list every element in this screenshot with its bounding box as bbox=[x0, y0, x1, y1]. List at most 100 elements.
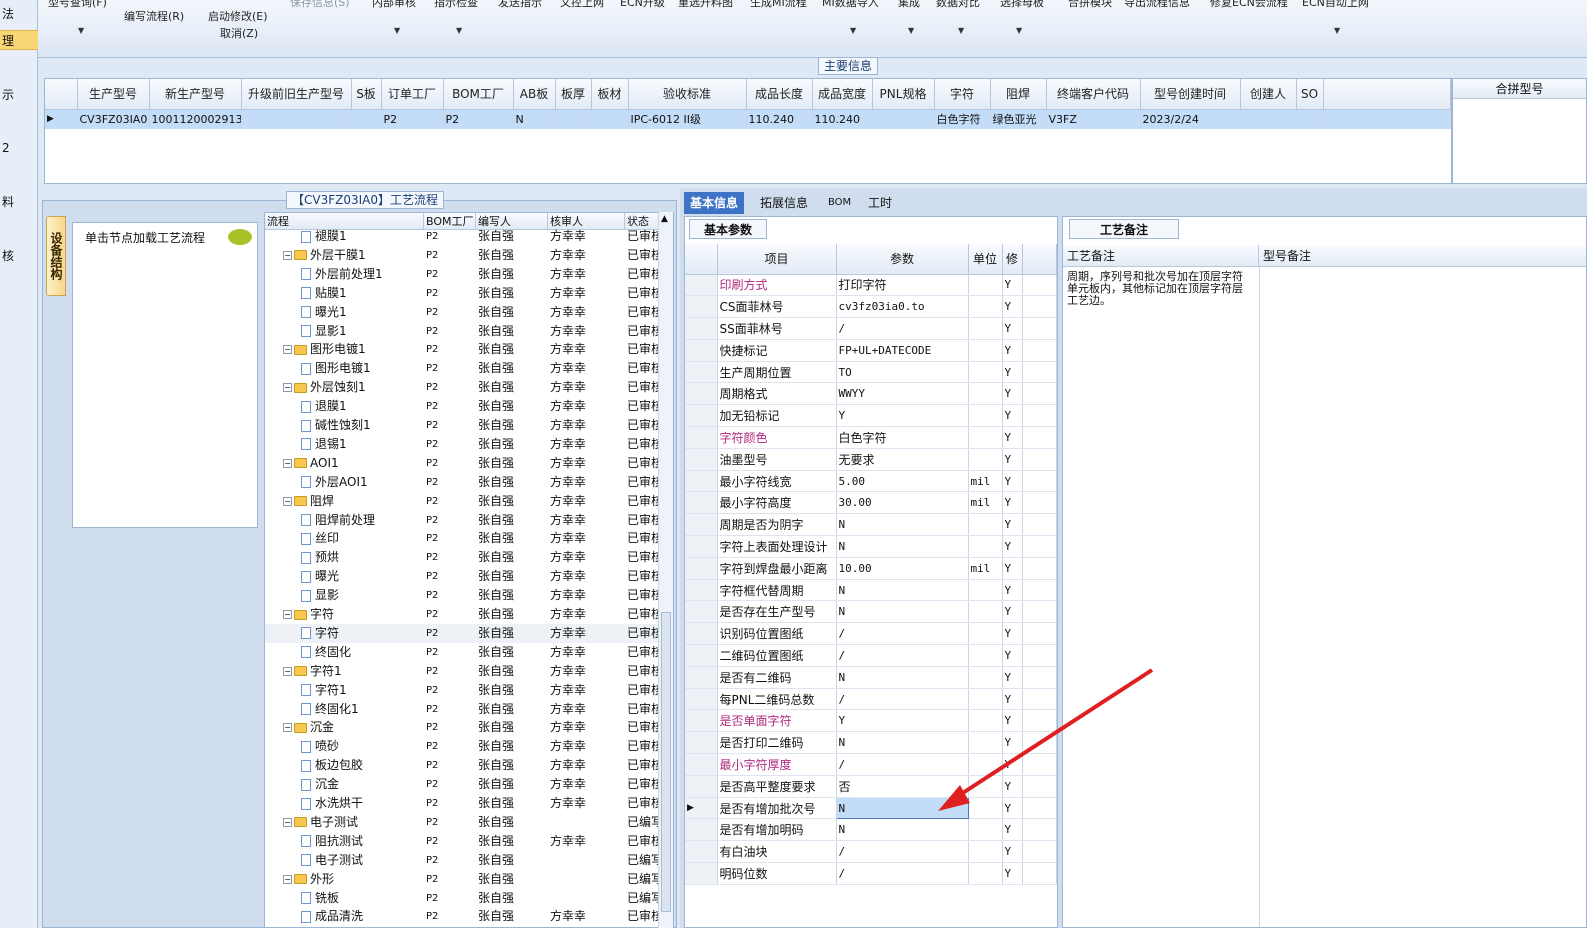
row-indicator[interactable] bbox=[685, 666, 718, 689]
param-row[interactable]: CS面菲林号 cv3fz03ia0.to Y bbox=[685, 295, 1057, 319]
process-row[interactable]: 水洗烘干 P2张自强方幸幸已审核 bbox=[265, 794, 659, 813]
row-indicator[interactable]: ▶ bbox=[685, 797, 718, 820]
dropdown-arrow-icon[interactable]: ▼ bbox=[456, 26, 462, 35]
process-cell[interactable]: 已审核 bbox=[627, 662, 659, 681]
param-value[interactable]: / bbox=[836, 840, 969, 864]
process-name-cell[interactable]: 外层前处理1 bbox=[265, 265, 424, 284]
process-name-cell[interactable]: 碱性蚀刻1 bbox=[265, 416, 424, 435]
toolbar-button[interactable]: 文控上网 bbox=[560, 0, 604, 10]
dropdown-arrow-icon[interactable]: ▼ bbox=[908, 26, 914, 35]
process-cell[interactable]: P2 bbox=[426, 246, 476, 265]
param-row[interactable]: 印刷方式 打印字符 Y bbox=[685, 274, 1057, 297]
process-cell[interactable]: P2 bbox=[426, 303, 476, 322]
process-cell[interactable]: 已审核 bbox=[627, 700, 659, 719]
tree-scrollbar[interactable]: ▲ bbox=[658, 212, 673, 928]
param-flag[interactable]: Y bbox=[1002, 339, 1023, 362]
grid-column-header[interactable]: 板厚 bbox=[555, 79, 592, 110]
process-name-cell[interactable]: − 图形电镀1 bbox=[265, 340, 424, 359]
process-cell[interactable]: P2 bbox=[426, 851, 476, 870]
param-flag[interactable]: Y bbox=[1002, 404, 1023, 428]
param-row[interactable]: 加无铅标记 Y Y bbox=[685, 404, 1057, 428]
param-flag[interactable]: Y bbox=[1002, 426, 1023, 449]
process-name-cell[interactable]: − 外层干膜1 bbox=[265, 246, 424, 265]
process-cell[interactable]: P2 bbox=[426, 643, 476, 662]
params-column-header[interactable]: 单位 bbox=[968, 244, 1003, 275]
process-name-cell[interactable]: 褪膜1 bbox=[265, 227, 424, 246]
process-cell[interactable]: 已审核 bbox=[627, 624, 659, 643]
process-cell[interactable]: 张自强 bbox=[478, 454, 548, 473]
process-cell[interactable]: 方幸幸 bbox=[550, 737, 625, 756]
row-indicator[interactable] bbox=[685, 382, 718, 406]
row-indicator[interactable] bbox=[685, 557, 718, 580]
process-name-cell[interactable]: 图形电镀1 bbox=[265, 359, 424, 378]
row-indicator[interactable] bbox=[685, 404, 718, 428]
param-value[interactable]: / bbox=[836, 644, 969, 667]
process-name-cell[interactable]: 预烘 bbox=[265, 548, 424, 567]
collapse-icon[interactable]: − bbox=[283, 817, 292, 827]
param-flag[interactable]: Y bbox=[1002, 295, 1023, 319]
left-nav-item[interactable]: 料 bbox=[0, 192, 38, 212]
row-indicator[interactable] bbox=[685, 535, 718, 558]
process-cell[interactable]: 方幸幸 bbox=[550, 529, 625, 548]
grid-cell[interactable]: P2 bbox=[443, 109, 514, 129]
process-name-cell[interactable]: − 沉金 bbox=[265, 718, 424, 737]
process-cell[interactable]: 已审核 bbox=[627, 775, 659, 794]
process-cell[interactable]: 张自强 bbox=[478, 246, 548, 265]
param-value[interactable]: 5.00 bbox=[836, 470, 969, 493]
left-nav-item[interactable]: 法 bbox=[0, 4, 38, 24]
collapse-icon[interactable]: − bbox=[283, 666, 292, 676]
process-cell[interactable]: P2 bbox=[426, 907, 476, 926]
toolbar-button[interactable]: 生成MI流程 bbox=[750, 0, 807, 10]
toolbar-button[interactable]: ECN自动上网 bbox=[1302, 0, 1369, 10]
process-cell[interactable]: 方幸幸 bbox=[550, 378, 625, 397]
process-cell[interactable]: 方幸幸 bbox=[550, 700, 625, 719]
param-row[interactable]: 明码位数 / Y bbox=[685, 862, 1057, 885]
param-flag[interactable]: Y bbox=[1002, 644, 1023, 667]
grid-cell[interactable]: CV3FZ03IA0 bbox=[77, 109, 150, 129]
param-row[interactable]: 识别码位置图纸 / Y bbox=[685, 622, 1057, 646]
grid-cell[interactable] bbox=[591, 109, 629, 129]
process-cell[interactable]: P2 bbox=[426, 397, 476, 416]
row-indicator[interactable] bbox=[685, 600, 718, 624]
dropdown-arrow-icon[interactable]: ▼ bbox=[850, 26, 856, 35]
grid-cell[interactable] bbox=[872, 109, 935, 129]
process-cell[interactable]: 方幸幸 bbox=[550, 643, 625, 662]
param-row[interactable]: 最小字符高度 30.00 mil Y bbox=[685, 491, 1057, 515]
param-value[interactable]: / bbox=[836, 862, 969, 885]
process-cell[interactable]: P2 bbox=[426, 548, 476, 567]
grid-cell[interactable] bbox=[1240, 109, 1297, 129]
grid-cell[interactable]: 绿色亚光 bbox=[990, 109, 1047, 129]
param-value[interactable]: N bbox=[836, 579, 969, 602]
row-indicator[interactable] bbox=[685, 491, 718, 515]
toolbar-button[interactable]: 编写流程(R) bbox=[124, 8, 184, 24]
row-indicator[interactable] bbox=[685, 818, 718, 842]
process-cell[interactable]: 张自强 bbox=[478, 756, 548, 775]
process-name-cell[interactable]: 喷砂 bbox=[265, 737, 424, 756]
process-cell[interactable]: P2 bbox=[426, 322, 476, 341]
process-cell[interactable]: 方幸幸 bbox=[550, 322, 625, 341]
process-row[interactable]: − 外形 P2张自强 已编写 bbox=[265, 870, 659, 889]
process-cell[interactable]: 张自强 bbox=[478, 265, 548, 284]
collapse-icon[interactable]: − bbox=[283, 250, 292, 260]
process-cell[interactable]: P2 bbox=[426, 794, 476, 813]
grid-column-header[interactable]: SO bbox=[1296, 79, 1324, 110]
grid-column-header[interactable]: 阻焊 bbox=[990, 79, 1047, 110]
process-cell[interactable]: 张自强 bbox=[478, 397, 548, 416]
process-cell[interactable]: 已审核 bbox=[627, 492, 659, 511]
process-cell[interactable]: 方幸幸 bbox=[550, 227, 625, 246]
row-indicator[interactable] bbox=[685, 513, 718, 537]
process-row[interactable]: 显影1 P2张自强方幸幸已审核 bbox=[265, 322, 659, 341]
row-indicator[interactable] bbox=[685, 470, 718, 493]
param-flag[interactable]: Y bbox=[1002, 557, 1023, 580]
process-cell[interactable]: 张自强 bbox=[478, 567, 548, 586]
process-cell[interactable]: 方幸幸 bbox=[550, 416, 625, 435]
process-cell[interactable]: P2 bbox=[426, 378, 476, 397]
process-row[interactable]: − 沉金 P2张自强方幸幸已审核 bbox=[265, 718, 659, 737]
grid-column-header[interactable]: 创建人 bbox=[1240, 79, 1297, 110]
process-cell[interactable]: P2 bbox=[426, 756, 476, 775]
param-row[interactable]: 快捷标记 FP+UL+DATECODE Y bbox=[685, 339, 1057, 362]
param-flag[interactable]: Y bbox=[1002, 382, 1023, 406]
param-value[interactable]: cv3fz03ia0.to bbox=[836, 295, 969, 319]
param-value[interactable]: 10.00 bbox=[836, 557, 969, 580]
grid-column-header[interactable]: AB板 bbox=[513, 79, 556, 110]
